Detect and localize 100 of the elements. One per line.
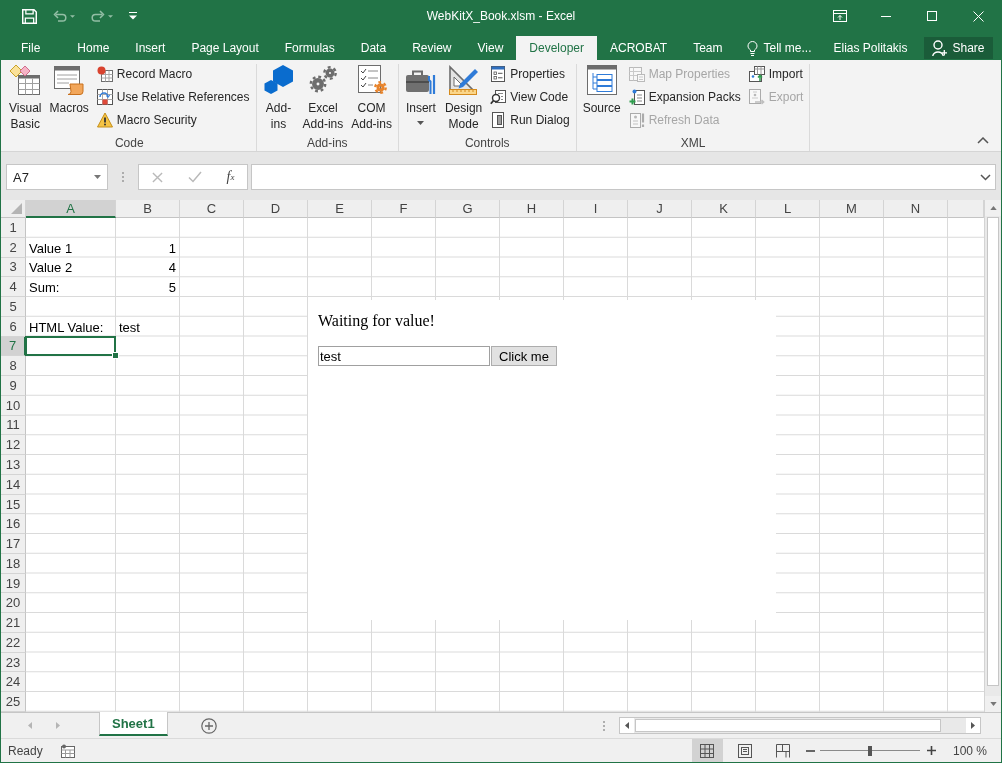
- ribbon-tab[interactable]: ACROBAT: [597, 36, 681, 60]
- add-ins-button[interactable]: Add- ins: [259, 62, 298, 132]
- ribbon-tab[interactable]: File: [8, 36, 65, 60]
- ribbon-tab[interactable]: Developer: [516, 36, 597, 60]
- macro-security-button[interactable]: Macro Security: [93, 109, 253, 131]
- fill-handle[interactable]: [112, 352, 119, 360]
- scroll-left-button[interactable]: [620, 718, 634, 733]
- normal-view-button[interactable]: [691, 739, 723, 762]
- row-header[interactable]: 16: [1, 514, 26, 535]
- row-header[interactable]: 25: [1, 692, 26, 712]
- web-text-field[interactable]: test: [318, 346, 490, 366]
- group-label: Add-ins: [305, 135, 349, 151]
- web-heading: Waiting for value!: [318, 311, 435, 330]
- tree-table-icon: [585, 64, 618, 96]
- caret-icon: [70, 14, 75, 18]
- column-header[interactable]: A: [26, 200, 116, 218]
- insert-control-button[interactable]: Insert: [401, 62, 440, 125]
- ribbon-tab[interactable]: Page Layout: [178, 36, 272, 60]
- check-icon: [187, 171, 202, 183]
- save-icon: [22, 8, 37, 24]
- scroll-down-button[interactable]: [985, 696, 1001, 712]
- ribbon-tab[interactable]: Team: [680, 36, 736, 60]
- page-layout-icon: [738, 743, 753, 758]
- row-header[interactable]: 17: [1, 534, 26, 554]
- row-header[interactable]: 8: [1, 356, 26, 377]
- column-header[interactable]: G: [436, 200, 500, 218]
- triangle-left-icon: [28, 722, 32, 729]
- maximize-icon: [927, 11, 937, 21]
- column-header[interactable]: E: [308, 200, 372, 218]
- column-header[interactable]: I: [564, 200, 628, 218]
- ribbon-tab[interactable]: View: [464, 36, 517, 60]
- ribbon-tab[interactable]: Insert: [122, 36, 179, 60]
- group-label: Controls: [463, 135, 511, 151]
- expansion-packs-button[interactable]: Expansion Packs: [625, 86, 744, 108]
- row-header[interactable]: 9: [1, 376, 26, 396]
- column-header[interactable]: N: [884, 200, 948, 218]
- column-header[interactable]: H: [500, 200, 564, 218]
- name-box[interactable]: A7: [6, 164, 108, 190]
- view-code-button[interactable]: View Code: [487, 86, 573, 108]
- zoom-slider-thumb[interactable]: [867, 745, 872, 756]
- record-macro-button[interactable]: Record Macro: [93, 63, 253, 85]
- corner-triangle-icon: [11, 203, 22, 214]
- sheet-cell[interactable]: test: [116, 316, 180, 337]
- ribbon-tab[interactable]: Home: [64, 36, 123, 60]
- row-header[interactable]: 13: [1, 455, 26, 475]
- share-button[interactable]: Share: [923, 37, 993, 59]
- caret-icon: [94, 175, 101, 179]
- ribbon-tab[interactable]: Review: [399, 36, 465, 60]
- properties-button[interactable]: Properties: [487, 63, 573, 85]
- web-page-button[interactable]: Click me: [491, 346, 557, 366]
- row-header[interactable]: 4: [1, 277, 26, 298]
- record-sheet-icon: [96, 66, 113, 82]
- minus-icon: [805, 749, 815, 752]
- row-header[interactable]: 24: [1, 672, 26, 693]
- sheet-cell[interactable]: 5: [116, 277, 180, 298]
- excel-add-ins-button[interactable]: Excel Add-ins: [299, 62, 347, 132]
- sheet-cell[interactable]: HTML Value:: [26, 316, 116, 337]
- column-header[interactable]: B: [116, 200, 180, 218]
- scroll-thumb[interactable]: [987, 217, 999, 686]
- formula-field[interactable]: [251, 164, 996, 190]
- collapse-ribbon-button[interactable]: [975, 135, 991, 146]
- sheet-cell[interactable]: Value 1: [26, 237, 116, 258]
- column-header[interactable]: K: [692, 200, 756, 218]
- lightbulb-icon: [747, 40, 759, 56]
- sheet-cell[interactable]: 1: [116, 237, 180, 258]
- list-window-icon: [490, 66, 507, 82]
- scroll-thumb[interactable]: [635, 719, 941, 732]
- sheet-cell[interactable]: 4: [116, 257, 180, 278]
- row-header[interactable]: 1: [1, 218, 26, 238]
- ribbon-tab[interactable]: Formulas: [271, 36, 348, 60]
- run-dialog-button[interactable]: Run Dialog: [487, 109, 573, 131]
- row-header[interactable]: 5: [1, 297, 26, 317]
- minimize-icon: [881, 15, 891, 17]
- tell-me-field[interactable]: Tell me...: [763, 41, 824, 55]
- import-button[interactable]: Import: [745, 63, 807, 85]
- ribbon-tab[interactable]: Data: [347, 36, 400, 60]
- document-alert-icon: [628, 112, 645, 128]
- column-header[interactable]: C: [180, 200, 244, 218]
- sheet-cell[interactable]: Sum:: [26, 277, 116, 298]
- row-header[interactable]: 21: [1, 613, 26, 633]
- com-add-ins-button[interactable]: COM Add-ins: [348, 62, 395, 132]
- sheet-tab[interactable]: Sheet1: [99, 712, 168, 736]
- row-header[interactable]: 12: [1, 435, 26, 456]
- column-header[interactable]: D: [244, 200, 308, 218]
- relative-references-button[interactable]: Use Relative References: [93, 86, 253, 108]
- scroll-up-button[interactable]: [985, 200, 1001, 216]
- sheet-cell[interactable]: Value 2: [26, 257, 116, 278]
- design-mode-button[interactable]: Design Mode: [441, 62, 486, 132]
- macros-button[interactable]: Macros: [46, 62, 92, 116]
- column-header[interactable]: J: [628, 200, 692, 218]
- visual-basic-button[interactable]: Visual Basic: [6, 62, 45, 132]
- source-button[interactable]: Source: [579, 62, 624, 116]
- row-header[interactable]: 20: [1, 593, 26, 614]
- scroll-right-button[interactable]: [966, 718, 980, 733]
- plus-icon: [926, 746, 936, 755]
- column-header[interactable]: F: [372, 200, 436, 218]
- zoom-level[interactable]: 100 %: [952, 743, 987, 758]
- column-header[interactable]: L: [756, 200, 820, 218]
- account-name[interactable]: Elias Politakis: [833, 41, 908, 55]
- column-header[interactable]: M: [820, 200, 884, 218]
